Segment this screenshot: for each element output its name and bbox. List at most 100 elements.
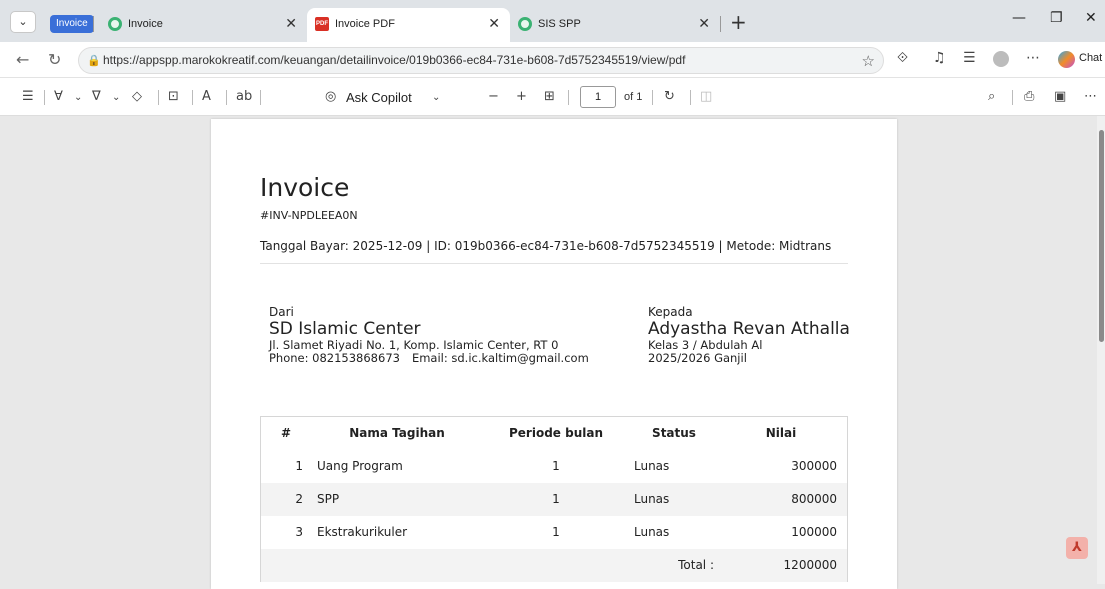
more-options-icon[interactable]: ⋯ bbox=[1084, 89, 1097, 104]
search-icon[interactable]: ⌕ bbox=[988, 89, 995, 104]
invoice-number: #INV-NPDLEEA0N bbox=[260, 209, 358, 222]
restore-icon[interactable]: ❐ bbox=[1050, 10, 1063, 26]
table-header-row: # Nama Tagihan Periode bulan Status Nila… bbox=[261, 417, 847, 450]
row-number: 1 bbox=[295, 459, 303, 473]
copilot-icon[interactable] bbox=[1058, 51, 1075, 68]
item-status: Lunas bbox=[634, 459, 670, 473]
tab-label: SIS SPP bbox=[538, 18, 581, 30]
translate-icon[interactable]: ab bbox=[236, 89, 252, 104]
school-phone: Phone: 082153868673 bbox=[269, 351, 400, 365]
column-header: Nama Tagihan bbox=[349, 426, 445, 440]
fit-page-icon[interactable]: ⊞ bbox=[544, 89, 555, 104]
chevron-down-icon[interactable]: ⌄ bbox=[74, 92, 82, 103]
gear-icon bbox=[518, 17, 532, 31]
divider bbox=[568, 90, 569, 105]
school-email: Email: sd.ic.kaltim@gmail.com bbox=[411, 351, 589, 365]
item-period: 1 bbox=[552, 459, 560, 473]
site-info-icon[interactable]: 🔒 bbox=[87, 54, 101, 67]
read-aloud-icon[interactable]: A bbox=[202, 89, 211, 104]
chat-label[interactable]: Chat bbox=[1079, 52, 1102, 64]
total-label: Total : bbox=[678, 558, 714, 572]
divider bbox=[690, 90, 691, 105]
table-row: 3 Ekstrakurikuler 1 Lunas 100000 bbox=[261, 516, 847, 549]
zoom-out-icon[interactable]: − bbox=[488, 89, 499, 104]
url-field[interactable]: 🔒 https://appspp.marokokreatif.com/keuan… bbox=[78, 47, 884, 74]
pdf-toolbar: ☰ ∀ ⌄ ∇ ⌄ ◇ ⊡ A ab ◎ Ask Copilot ⌄ − + ⊞… bbox=[0, 78, 1105, 116]
school-name: SD Islamic Center bbox=[269, 319, 421, 339]
page-view-icon[interactable]: ◫ bbox=[700, 89, 712, 104]
new-tab-icon[interactable]: + bbox=[730, 10, 747, 34]
extensions-icon[interactable]: ⟐ bbox=[897, 50, 908, 66]
column-header: Status bbox=[652, 426, 696, 440]
table-row: 2 SPP 1 Lunas 800000 bbox=[261, 483, 847, 516]
item-name: SPP bbox=[317, 492, 340, 506]
divider bbox=[192, 90, 193, 105]
favorite-star-icon[interactable]: ☆ bbox=[862, 52, 875, 70]
tab-invoice-pdf[interactable]: PDF Invoice PDF ✕ bbox=[307, 8, 510, 42]
ask-copilot-button[interactable]: Ask Copilot bbox=[346, 90, 412, 105]
profile-avatar[interactable] bbox=[993, 51, 1009, 67]
tab-label: Invoice bbox=[128, 18, 163, 30]
draw-icon[interactable]: ∇ bbox=[92, 89, 101, 104]
divider bbox=[260, 90, 261, 105]
student-name: Adyastha Revan Athalla bbox=[648, 319, 850, 339]
scrollbar-thumb[interactable] bbox=[1099, 130, 1104, 342]
close-icon[interactable]: ✕ bbox=[488, 15, 500, 32]
page-number-input[interactable]: 1 bbox=[580, 86, 616, 108]
print-icon[interactable]: ⎙ bbox=[1024, 89, 1034, 104]
item-name: Uang Program bbox=[317, 459, 403, 473]
divider bbox=[720, 16, 721, 32]
tab-invoice[interactable]: Invoice ✕ bbox=[100, 8, 307, 42]
from-block: Dari SD Islamic Center Jl. Slamet Riyadi… bbox=[269, 306, 589, 365]
chevron-down-icon[interactable]: ⌄ bbox=[112, 92, 120, 103]
table-total-row: Total : 1200000 bbox=[261, 549, 847, 582]
reload-icon[interactable]: ↻ bbox=[48, 50, 61, 69]
column-header: Periode bulan bbox=[508, 426, 603, 440]
url-text: https://appspp.marokokreatif.com/keuanga… bbox=[103, 53, 686, 67]
to-block: Kepada Adyastha Revan Athalla Kelas 3 / … bbox=[648, 306, 850, 365]
back-icon[interactable]: ← bbox=[16, 50, 29, 69]
text-box-icon[interactable]: ⊡ bbox=[168, 89, 179, 104]
invoice-title: Invoice bbox=[260, 173, 350, 202]
contact-line: Phone: 082153868673 Email: sd.ic.kaltim@g… bbox=[269, 352, 589, 365]
chevron-down-icon[interactable]: ⌄ bbox=[432, 92, 440, 103]
rotate-icon[interactable]: ↻ bbox=[664, 89, 675, 104]
tab-sis-spp[interactable]: SIS SPP ✕ bbox=[510, 8, 720, 42]
table-row: 1 Uang Program 1 Lunas 300000 bbox=[261, 450, 847, 483]
tab-bar: ⌄ Invoice Invoice ✕ PDF Invoice PDF ✕ SI… bbox=[0, 0, 1105, 42]
row-number: 3 bbox=[295, 525, 303, 539]
zoom-in-icon[interactable]: + bbox=[516, 89, 527, 104]
acrobat-icon[interactable]: ⅄ bbox=[1066, 537, 1088, 559]
more-options-icon[interactable]: ⋯ bbox=[1026, 50, 1040, 66]
minimize-icon[interactable]: — bbox=[1012, 10, 1026, 26]
item-value: 100000 bbox=[791, 525, 837, 539]
tab-label: Invoice PDF bbox=[335, 18, 395, 30]
divider bbox=[260, 263, 848, 264]
column-header: # bbox=[280, 426, 292, 440]
read-aloud-icon[interactable]: ♫ bbox=[933, 50, 946, 66]
copilot-pdf-icon[interactable]: ◎ bbox=[325, 89, 336, 104]
tab-actions-menu[interactable]: ⌄ bbox=[10, 11, 36, 33]
item-period: 1 bbox=[552, 492, 560, 506]
favorites-icon[interactable]: ☰ bbox=[963, 50, 976, 66]
close-icon[interactable]: ✕ bbox=[285, 15, 297, 32]
divider bbox=[1012, 90, 1013, 105]
save-icon[interactable]: ▣ bbox=[1054, 89, 1066, 104]
divider bbox=[158, 90, 159, 105]
divider bbox=[93, 16, 94, 32]
contents-icon[interactable]: ☰ bbox=[22, 89, 34, 104]
from-label: Dari bbox=[269, 305, 294, 319]
close-window-icon[interactable]: ✕ bbox=[1085, 10, 1097, 26]
item-period: 1 bbox=[552, 525, 560, 539]
close-icon[interactable]: ✕ bbox=[698, 15, 710, 32]
item-name: Ekstrakurikuler bbox=[317, 525, 408, 539]
item-value: 300000 bbox=[791, 459, 837, 473]
invoice-meta: Tanggal Bayar: 2025-12-09 | ID: 019b0366… bbox=[260, 239, 832, 253]
row-number: 2 bbox=[295, 492, 303, 506]
invoice-table: # Nama Tagihan Periode bulan Status Nila… bbox=[260, 416, 848, 582]
tab-group-label[interactable]: Invoice bbox=[50, 15, 94, 33]
academic-period: 2025/2026 Ganjil bbox=[648, 351, 747, 365]
highlight-icon[interactable]: ∀ bbox=[54, 89, 63, 104]
eraser-icon[interactable]: ◇ bbox=[132, 89, 142, 104]
divider bbox=[44, 90, 45, 105]
